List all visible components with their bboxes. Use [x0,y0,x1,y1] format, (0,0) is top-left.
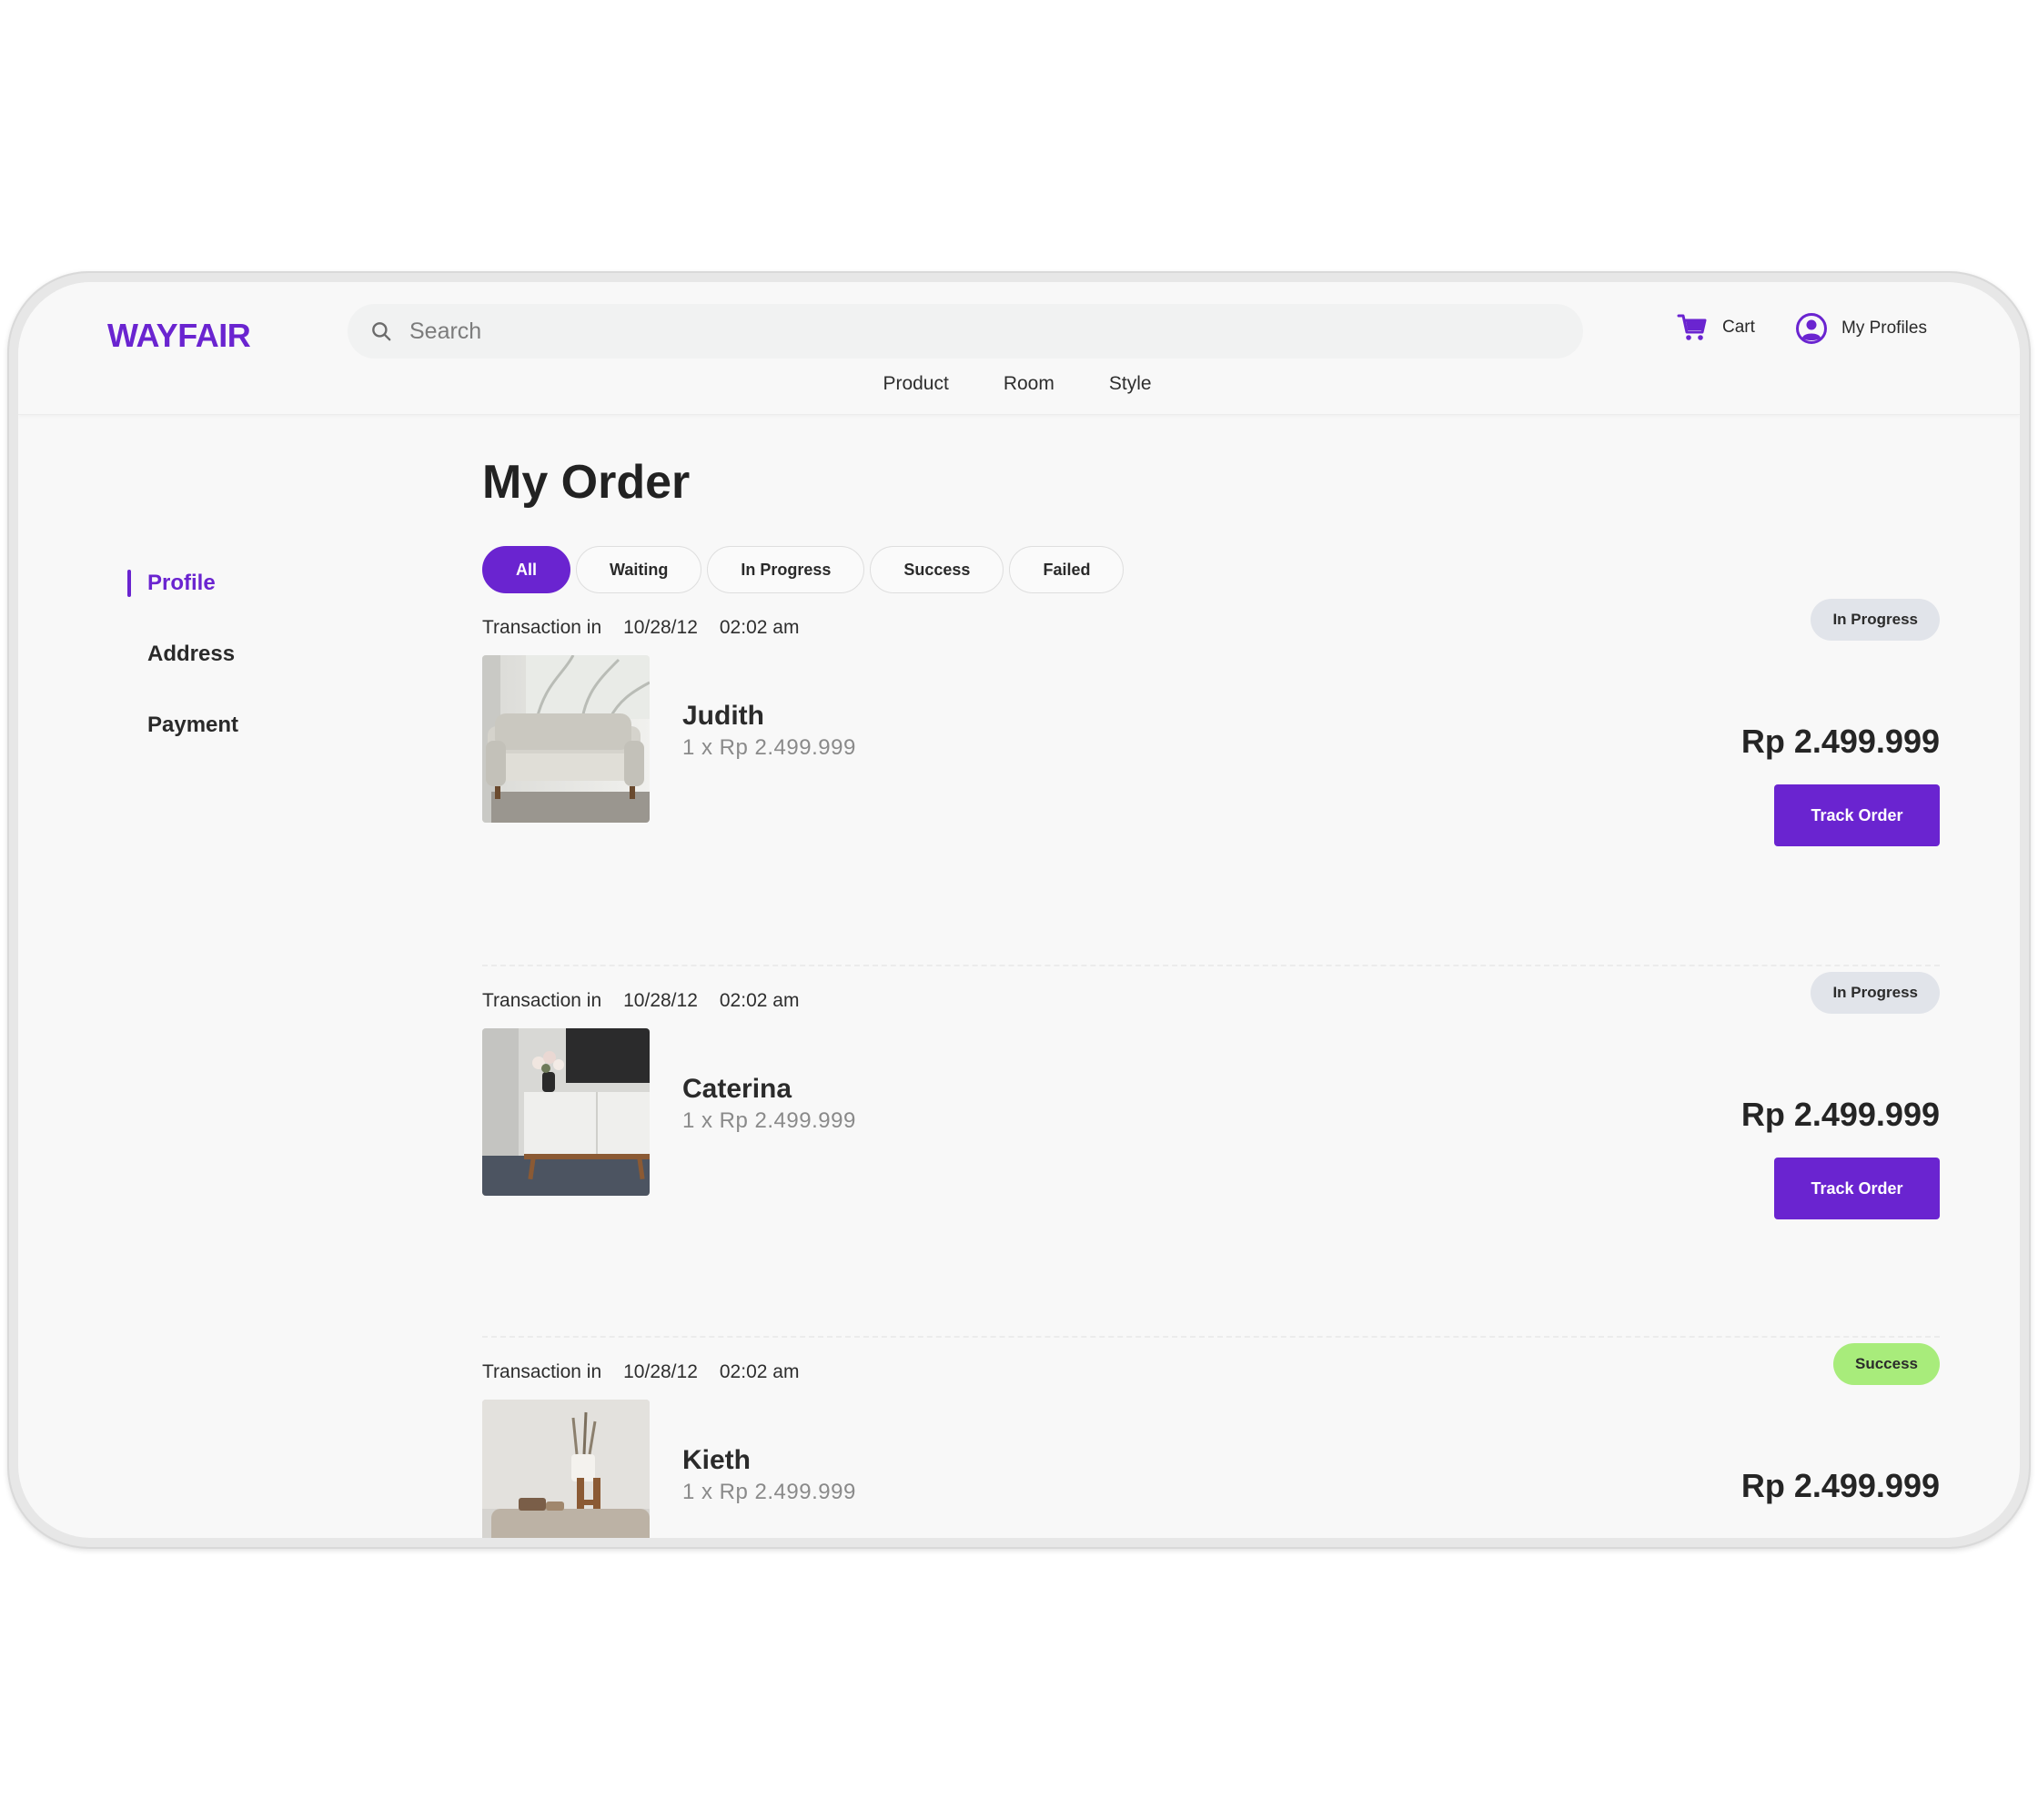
product-quantity: 1 x Rp 2.499.999 [682,1480,856,1504]
transaction-label: Transaction in [482,1361,602,1382]
transaction-label: Transaction in [482,617,602,638]
track-order-button[interactable]: Track Order [1774,1158,1940,1219]
status-filter-tabs: All Waiting In Progress Success Failed [482,546,1940,593]
product-name[interactable]: Judith [682,701,764,732]
status-badge: In Progress [1811,972,1940,1014]
product-image-side-table[interactable] [482,1400,650,1538]
main-nav: Product Room Style [18,373,2020,395]
sidebar-item-profile[interactable]: Profile [127,548,238,619]
transaction-date: 10/28/12 [623,617,698,638]
my-profiles-label: My Profiles [1841,318,1927,338]
product-name[interactable]: Caterina [682,1074,792,1105]
transaction-time: 02:02 am [719,617,800,638]
order-total: Rp 2.499.999 [1740,723,1940,760]
track-order-button[interactable]: Track Order [1774,784,1940,846]
product-name[interactable]: Kieth [682,1445,751,1476]
nav-style[interactable]: Style [1109,373,1152,395]
transaction-date: 10/28/12 [623,1361,698,1382]
product-image-sofa[interactable] [482,655,650,823]
sidebar-item-payment[interactable]: Payment [127,690,238,761]
transaction-info: Transaction in 10/28/12 02:02 am [482,1361,799,1383]
order-total: Rp 2.499.999 [1740,1096,1940,1133]
orders-panel: My Order All Waiting In Progress Success… [482,455,1940,1538]
transaction-date: 10/28/12 [623,990,698,1011]
header: WAYFAIR Search Cart My Profiles Product … [18,282,2020,415]
account-sidebar: Profile Address Payment [127,548,238,761]
filter-waiting[interactable]: Waiting [576,546,702,593]
brand-logo[interactable]: WAYFAIR [107,317,251,355]
my-profiles-button[interactable]: My Profiles [1796,313,1927,344]
order-card: Transaction in 10/28/12 02:02 am In Prog… [482,965,1940,1336]
device-frame: WAYFAIR Search Cart My Profiles Product … [7,271,2031,1549]
filter-failed[interactable]: Failed [1009,546,1125,593]
transaction-info: Transaction in 10/28/12 02:02 am [482,617,799,639]
page-title: My Order [482,456,691,509]
product-quantity: 1 x Rp 2.499.999 [682,1108,856,1133]
product-image-tv-cabinet[interactable] [482,1028,650,1196]
user-avatar-icon [1796,313,1827,344]
nav-product[interactable]: Product [883,373,948,395]
product-quantity: 1 x Rp 2.499.999 [682,735,856,760]
transaction-time: 02:02 am [719,990,800,1011]
nav-room[interactable]: Room [1004,373,1054,395]
filter-in-progress[interactable]: In Progress [707,546,865,593]
app-screen: WAYFAIR Search Cart My Profiles Product … [18,282,2020,1538]
search-icon [372,322,391,341]
cart-label: Cart [1722,318,1755,337]
transaction-info: Transaction in 10/28/12 02:02 am [482,990,799,1012]
filter-success[interactable]: Success [870,546,1004,593]
transaction-time: 02:02 am [719,1361,800,1382]
status-badge: Success [1833,1343,1940,1385]
cart-button[interactable]: Cart [1677,313,1755,342]
transaction-label: Transaction in [482,990,602,1011]
order-card: Transaction in 10/28/12 02:02 am In Prog… [482,593,1940,965]
search-bar[interactable]: Search [348,304,1583,359]
sidebar-item-address[interactable]: Address [127,619,238,690]
filter-all[interactable]: All [482,546,571,593]
search-input[interactable]: Search [409,318,481,345]
order-card: Transaction in 10/28/12 02:02 am Success [482,1336,1940,1538]
order-total: Rp 2.499.999 [1740,1467,1940,1504]
cart-icon [1677,314,1707,340]
status-badge: In Progress [1811,599,1940,641]
